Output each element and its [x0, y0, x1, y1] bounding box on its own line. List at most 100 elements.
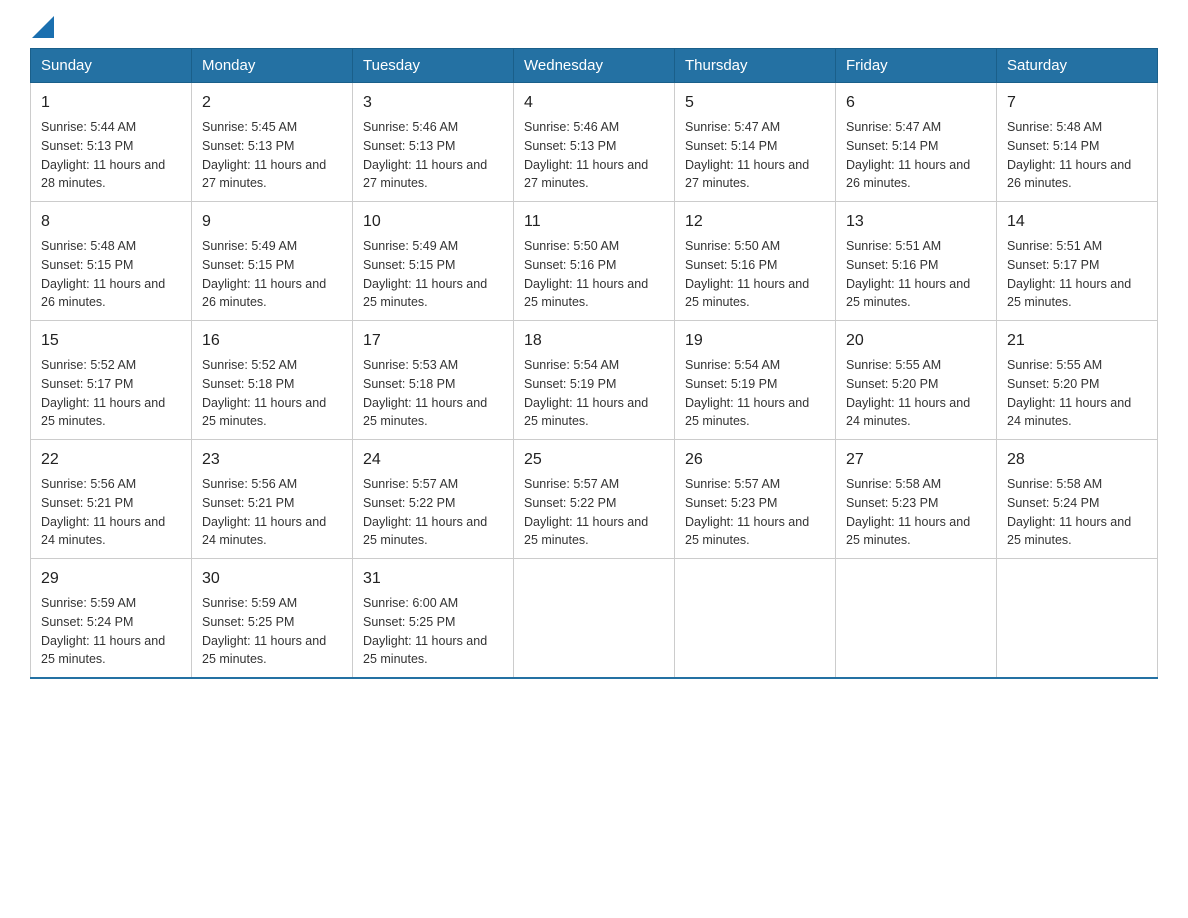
column-header-thursday: Thursday: [675, 49, 836, 83]
day-number: 10: [363, 210, 503, 234]
day-cell: 24 Sunrise: 5:57 AMSunset: 5:22 PMDayligh…: [353, 440, 514, 559]
day-number: 19: [685, 329, 825, 353]
day-cell: 6 Sunrise: 5:47 AMSunset: 5:14 PMDaylight…: [836, 83, 997, 202]
day-cell: 18 Sunrise: 5:54 AMSunset: 5:19 PMDayligh…: [514, 321, 675, 440]
day-info: Sunrise: 5:52 AMSunset: 5:17 PMDaylight:…: [41, 356, 181, 431]
day-cell: 10 Sunrise: 5:49 AMSunset: 5:15 PMDayligh…: [353, 202, 514, 321]
day-number: 4: [524, 91, 664, 115]
day-info: Sunrise: 5:50 AMSunset: 5:16 PMDaylight:…: [524, 237, 664, 312]
day-number: 13: [846, 210, 986, 234]
day-cell: 28 Sunrise: 5:58 AMSunset: 5:24 PMDayligh…: [997, 440, 1158, 559]
day-cell: 29 Sunrise: 5:59 AMSunset: 5:24 PMDayligh…: [31, 559, 192, 679]
day-number: 29: [41, 567, 181, 591]
header-row: SundayMondayTuesdayWednesdayThursdayFrid…: [31, 49, 1158, 83]
day-number: 6: [846, 91, 986, 115]
day-number: 26: [685, 448, 825, 472]
day-number: 15: [41, 329, 181, 353]
day-number: 20: [846, 329, 986, 353]
day-cell: 19 Sunrise: 5:54 AMSunset: 5:19 PMDayligh…: [675, 321, 836, 440]
day-info: Sunrise: 5:57 AMSunset: 5:23 PMDaylight:…: [685, 475, 825, 550]
day-cell: 3 Sunrise: 5:46 AMSunset: 5:13 PMDaylight…: [353, 83, 514, 202]
day-number: 1: [41, 91, 181, 115]
day-number: 24: [363, 448, 503, 472]
day-cell: 15 Sunrise: 5:52 AMSunset: 5:17 PMDayligh…: [31, 321, 192, 440]
day-info: Sunrise: 5:45 AMSunset: 5:13 PMDaylight:…: [202, 118, 342, 193]
day-info: Sunrise: 5:51 AMSunset: 5:17 PMDaylight:…: [1007, 237, 1147, 312]
day-cell: 5 Sunrise: 5:47 AMSunset: 5:14 PMDaylight…: [675, 83, 836, 202]
day-cell: 1Sunrise: 5:44 AMSunset: 5:13 PMDaylight…: [31, 83, 192, 202]
day-number: 27: [846, 448, 986, 472]
day-cell: 7 Sunrise: 5:48 AMSunset: 5:14 PMDaylight…: [997, 83, 1158, 202]
week-row-4: 22 Sunrise: 5:56 AMSunset: 5:21 PMDayligh…: [31, 440, 1158, 559]
day-number: 5: [685, 91, 825, 115]
day-cell: [675, 559, 836, 679]
day-info: Sunrise: 5:54 AMSunset: 5:19 PMDaylight:…: [524, 356, 664, 431]
logo-triangle-icon: [32, 16, 54, 38]
column-header-sunday: Sunday: [31, 49, 192, 83]
column-header-tuesday: Tuesday: [353, 49, 514, 83]
day-number: 22: [41, 448, 181, 472]
day-cell: 26 Sunrise: 5:57 AMSunset: 5:23 PMDayligh…: [675, 440, 836, 559]
day-number: 8: [41, 210, 181, 234]
day-number: 18: [524, 329, 664, 353]
day-cell: 4 Sunrise: 5:46 AMSunset: 5:13 PMDaylight…: [514, 83, 675, 202]
day-number: 7: [1007, 91, 1147, 115]
day-info: Sunrise: 6:00 AMSunset: 5:25 PMDaylight:…: [363, 594, 503, 669]
day-info: Sunrise: 5:51 AMSunset: 5:16 PMDaylight:…: [846, 237, 986, 312]
day-info: Sunrise: 5:48 AMSunset: 5:15 PMDaylight:…: [41, 237, 181, 312]
day-info: Sunrise: 5:49 AMSunset: 5:15 PMDaylight:…: [363, 237, 503, 312]
page-header: [30, 20, 1158, 38]
day-cell: [997, 559, 1158, 679]
day-cell: 21Sunrise: 5:55 AMSunset: 5:20 PMDayligh…: [997, 321, 1158, 440]
day-info: Sunrise: 5:54 AMSunset: 5:19 PMDaylight:…: [685, 356, 825, 431]
day-cell: 8 Sunrise: 5:48 AMSunset: 5:15 PMDaylight…: [31, 202, 192, 321]
column-header-friday: Friday: [836, 49, 997, 83]
day-info: Sunrise: 5:47 AMSunset: 5:14 PMDaylight:…: [685, 118, 825, 193]
day-info: Sunrise: 5:57 AMSunset: 5:22 PMDaylight:…: [524, 475, 664, 550]
calendar-header: SundayMondayTuesdayWednesdayThursdayFrid…: [31, 49, 1158, 83]
day-cell: 9Sunrise: 5:49 AMSunset: 5:15 PMDaylight…: [192, 202, 353, 321]
day-cell: 14 Sunrise: 5:51 AMSunset: 5:17 PMDayligh…: [997, 202, 1158, 321]
day-cell: 16Sunrise: 5:52 AMSunset: 5:18 PMDayligh…: [192, 321, 353, 440]
logo: [30, 20, 54, 38]
day-info: Sunrise: 5:46 AMSunset: 5:13 PMDaylight:…: [363, 118, 503, 193]
day-info: Sunrise: 5:58 AMSunset: 5:24 PMDaylight:…: [1007, 475, 1147, 550]
day-number: 14: [1007, 210, 1147, 234]
day-number: 31: [363, 567, 503, 591]
day-info: Sunrise: 5:59 AMSunset: 5:24 PMDaylight:…: [41, 594, 181, 669]
day-info: Sunrise: 5:57 AMSunset: 5:22 PMDaylight:…: [363, 475, 503, 550]
day-cell: 27 Sunrise: 5:58 AMSunset: 5:23 PMDayligh…: [836, 440, 997, 559]
day-cell: 2 Sunrise: 5:45 AMSunset: 5:13 PMDaylight…: [192, 83, 353, 202]
day-info: Sunrise: 5:50 AMSunset: 5:16 PMDaylight:…: [685, 237, 825, 312]
day-number: 17: [363, 329, 503, 353]
week-row-5: 29 Sunrise: 5:59 AMSunset: 5:24 PMDayligh…: [31, 559, 1158, 679]
day-cell: 31 Sunrise: 6:00 AMSunset: 5:25 PMDayligh…: [353, 559, 514, 679]
day-number: 23: [202, 448, 342, 472]
calendar-table: SundayMondayTuesdayWednesdayThursdayFrid…: [30, 48, 1158, 679]
day-info: Sunrise: 5:47 AMSunset: 5:14 PMDaylight:…: [846, 118, 986, 193]
day-number: 11: [524, 210, 664, 234]
day-cell: [836, 559, 997, 679]
day-number: 25: [524, 448, 664, 472]
day-cell: 22 Sunrise: 5:56 AMSunset: 5:21 PMDayligh…: [31, 440, 192, 559]
day-number: 21: [1007, 329, 1147, 353]
day-number: 2: [202, 91, 342, 115]
column-header-monday: Monday: [192, 49, 353, 83]
day-info: Sunrise: 5:53 AMSunset: 5:18 PMDaylight:…: [363, 356, 503, 431]
day-number: 12: [685, 210, 825, 234]
day-number: 3: [363, 91, 503, 115]
day-number: 9: [202, 210, 342, 234]
day-info: Sunrise: 5:59 AMSunset: 5:25 PMDaylight:…: [202, 594, 342, 669]
day-cell: 30Sunrise: 5:59 AMSunset: 5:25 PMDayligh…: [192, 559, 353, 679]
day-info: Sunrise: 5:48 AMSunset: 5:14 PMDaylight:…: [1007, 118, 1147, 193]
week-row-2: 8 Sunrise: 5:48 AMSunset: 5:15 PMDaylight…: [31, 202, 1158, 321]
day-info: Sunrise: 5:46 AMSunset: 5:13 PMDaylight:…: [524, 118, 664, 193]
day-cell: [514, 559, 675, 679]
day-cell: 20Sunrise: 5:55 AMSunset: 5:20 PMDayligh…: [836, 321, 997, 440]
day-info: Sunrise: 5:56 AMSunset: 5:21 PMDaylight:…: [202, 475, 342, 550]
day-info: Sunrise: 5:56 AMSunset: 5:21 PMDaylight:…: [41, 475, 181, 550]
day-cell: 11 Sunrise: 5:50 AMSunset: 5:16 PMDayligh…: [514, 202, 675, 321]
day-number: 28: [1007, 448, 1147, 472]
day-cell: 13 Sunrise: 5:51 AMSunset: 5:16 PMDayligh…: [836, 202, 997, 321]
day-info: Sunrise: 5:58 AMSunset: 5:23 PMDaylight:…: [846, 475, 986, 550]
